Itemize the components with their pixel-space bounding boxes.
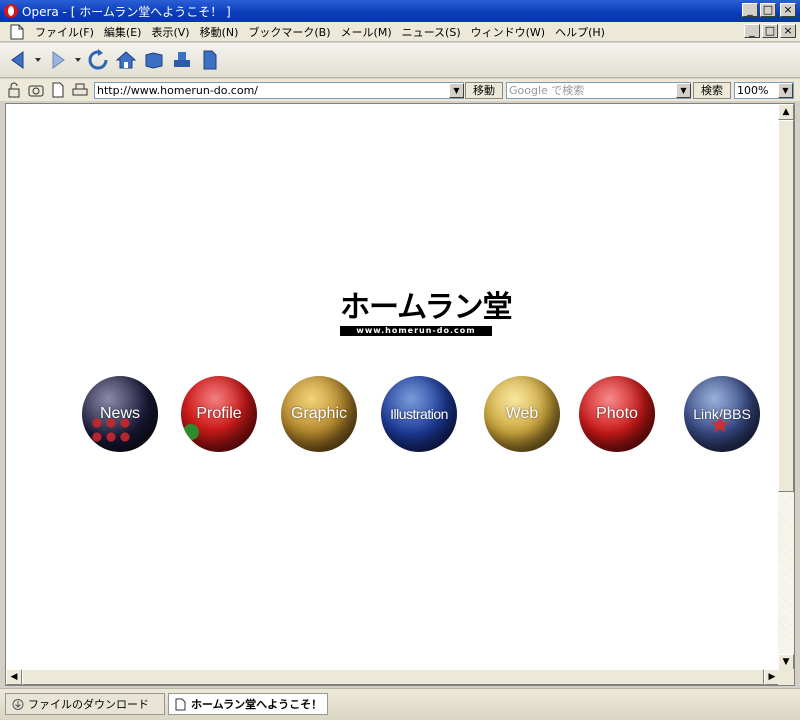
nav-link-bbs-label: Link/BBS [693, 406, 751, 422]
nav-illustration-label: Illustration [390, 406, 448, 422]
page-tab-bar: ファイルのダウンロード ホームラン堂へようこそ！ [0, 688, 800, 720]
new-page-icon[interactable] [50, 82, 66, 98]
nav-link-bbs-button[interactable]: Link/BBS [684, 376, 760, 452]
nav-photo-button[interactable]: Photo [579, 376, 655, 452]
horizontal-scroll-thumb[interactable] [22, 669, 764, 685]
nav-profile-button[interactable]: Profile [181, 376, 257, 452]
mdi-close-button[interactable]: × [780, 24, 796, 38]
nav-photo-label: Photo [596, 405, 638, 422]
menu-bar: ファイル(F) 編集(E) 表示(V) 移動(N) ブックマーク(B) メール(… [0, 22, 800, 42]
back-icon [11, 51, 24, 69]
menu-mail[interactable]: メール(M) [336, 24, 397, 40]
nav-graphic-button[interactable]: Graphic [281, 376, 357, 452]
navigation-toolbar [0, 43, 800, 78]
address-dropdown-button[interactable]: ▼ [449, 83, 464, 98]
download-icon [12, 698, 24, 710]
search-input[interactable]: Google で検索 [506, 82, 691, 99]
horizontal-scrollbar[interactable]: ◀ ▶ [6, 669, 780, 685]
nav-news-button[interactable]: News [82, 376, 158, 452]
hotlist-icon [145, 52, 163, 69]
minimize-button[interactable]: _ [742, 3, 758, 17]
tab-homerun-label: ホームラン堂へようこそ！ [191, 698, 323, 711]
reload-button[interactable] [86, 48, 110, 72]
menu-news[interactable]: ニュース(S) [397, 24, 466, 40]
nav-graphic-label: Graphic [290, 405, 348, 422]
home-button[interactable] [114, 48, 138, 72]
page-button[interactable] [198, 48, 222, 72]
nav-web-label: Web [505, 405, 539, 422]
zoom-dropdown-button[interactable]: ▼ [778, 83, 793, 98]
tab-homerun[interactable]: ホームラン堂へようこそ！ [168, 693, 328, 715]
opera-logo-icon [4, 4, 18, 18]
chevron-down-icon [75, 58, 81, 62]
address-input[interactable]: http://www.homerun-do.com/ [94, 82, 464, 99]
maximize-button[interactable]: □ [760, 3, 776, 17]
page-icon [175, 698, 186, 710]
mdi-minimize-button[interactable]: _ [744, 24, 760, 38]
camera-icon[interactable] [28, 82, 44, 98]
search-button[interactable]: 検索 [693, 82, 731, 99]
back-history-dropdown[interactable] [34, 48, 42, 72]
scroll-down-button[interactable]: ▼ [778, 654, 794, 670]
menu-file[interactable]: ファイル(F) [30, 24, 99, 40]
mdi-restore-button[interactable]: □ [762, 24, 778, 38]
logo-url: www.homerun-do.com [340, 326, 492, 336]
hotlist-button[interactable] [142, 48, 166, 72]
chevron-down-icon [35, 58, 41, 62]
vertical-scroll-track[interactable] [778, 492, 794, 654]
scroll-up-button[interactable]: ▲ [778, 104, 794, 120]
nav-profile-label: Profile [196, 405, 242, 422]
reload-icon [88, 49, 108, 70]
menu-window[interactable]: ウィンドウ(W) [466, 24, 550, 40]
page-viewport: ホームラン堂 www.homerun-do.com News Profile G… [5, 103, 795, 686]
tab-downloads[interactable]: ファイルのダウンロード [5, 693, 165, 715]
page-icon [203, 50, 217, 70]
forward-icon [52, 51, 65, 69]
menu-bookmarks[interactable]: ブックマーク(B) [243, 24, 335, 40]
forward-button[interactable] [46, 48, 70, 72]
forward-history-dropdown[interactable] [74, 48, 82, 72]
address-toolbar: http://www.homerun-do.com/ ▼ 移動 Google で… [0, 79, 800, 101]
scrollbar-corner [778, 669, 794, 685]
title-bar: Opera - [ ホームラン堂へようこそ！ ] _ □ × [0, 0, 800, 22]
print-small-icon[interactable] [72, 82, 88, 98]
window-title: Opera - [ ホームラン堂へようこそ！ ] [22, 4, 231, 19]
site-logo[interactable]: ホームラン堂 www.homerun-do.com [340, 290, 513, 342]
menu-view[interactable]: 表示(V) [146, 24, 194, 40]
close-button[interactable]: × [780, 3, 796, 17]
scroll-left-button[interactable]: ◀ [6, 669, 22, 685]
nav-web-button[interactable]: Web [484, 376, 560, 452]
vertical-scroll-thumb[interactable] [778, 120, 794, 492]
tab-downloads-label: ファイルのダウンロード [28, 698, 149, 711]
print-button[interactable] [170, 48, 194, 72]
security-lock-icon[interactable] [6, 82, 22, 98]
vertical-scrollbar[interactable]: ▲ ▼ [778, 104, 794, 670]
menu-edit[interactable]: 編集(E) [99, 24, 147, 40]
logo-title: ホームラン堂 [340, 290, 513, 325]
print-icon [174, 52, 190, 67]
document-icon [10, 24, 24, 39]
go-button[interactable]: 移動 [465, 82, 503, 99]
back-button[interactable] [6, 48, 30, 72]
search-engine-dropdown[interactable]: ▼ [676, 83, 691, 98]
menu-navigation[interactable]: 移動(N) [195, 24, 244, 40]
menu-help[interactable]: ヘルプ(H) [550, 24, 610, 40]
nav-news-label: News [99, 405, 140, 422]
home-icon [115, 51, 137, 69]
nav-illustration-button[interactable]: Illustration [381, 376, 457, 452]
